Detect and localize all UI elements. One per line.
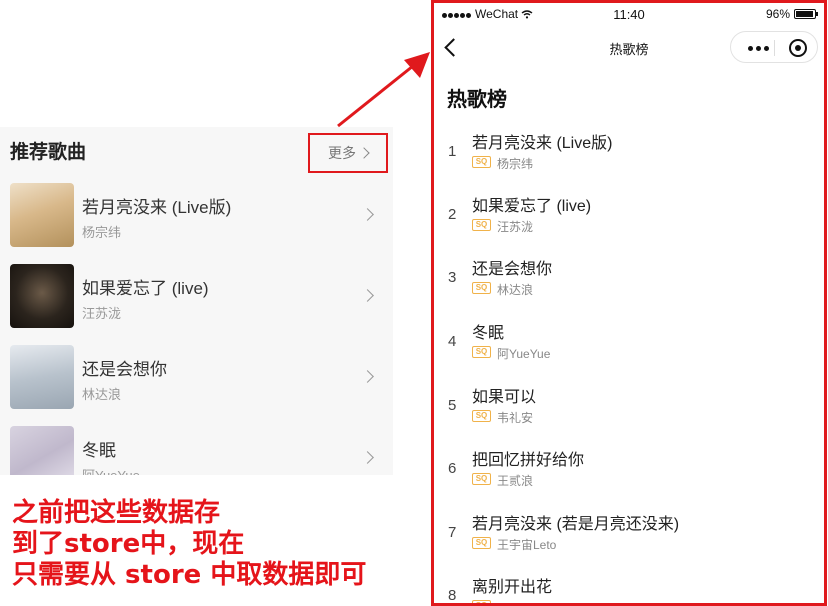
- sq-badge: SQ: [472, 346, 491, 358]
- rank-artist: 汪苏泷: [497, 220, 534, 234]
- battery-icon: [794, 9, 818, 19]
- chevron-right-icon: [361, 451, 374, 464]
- chevron-right-icon: [361, 208, 374, 221]
- album-cover: [10, 264, 74, 328]
- chevron-right-icon: [361, 370, 374, 383]
- annotation-line: 到了store中，现在: [12, 529, 245, 559]
- rank-song-name: 还是会想你: [472, 261, 553, 278]
- song-artist: 杨宗纬: [82, 225, 122, 240]
- rank-number: 7: [448, 524, 457, 541]
- rank-number: 4: [448, 333, 457, 350]
- rank-number: 1: [448, 143, 457, 160]
- sq-badge: SQ: [472, 410, 491, 422]
- recommend-songs-panel: 推荐歌曲 更多 若月亮没来 (Live版) 杨宗纬 如果爱忘了 (live) 汪…: [0, 127, 393, 475]
- battery-percent: 96%: [765, 7, 790, 21]
- status-bar: WeChat 11:40 96%: [434, 3, 824, 25]
- rank-artist: 王宇宙Leto: [497, 538, 557, 552]
- song-item[interactable]: 冬眠 阿YueYue: [10, 426, 388, 475]
- song-item[interactable]: 如果爱忘了 (live) 汪苏泷: [10, 264, 388, 328]
- recommend-title: 推荐歌曲: [10, 142, 87, 163]
- more-label: 更多: [328, 145, 356, 161]
- phone-screen: WeChat 11:40 96% 热歌榜 热歌榜 1 若月亮没来 (Live版)…: [431, 0, 827, 606]
- sq-badge: SQ: [472, 219, 491, 231]
- song-item[interactable]: 若月亮没来 (Live版) 杨宗纬: [10, 183, 388, 247]
- chevron-right-icon: [358, 147, 370, 159]
- rank-item[interactable]: 2 如果爱忘了 (live) SQ 汪苏泷: [434, 186, 824, 249]
- song-artist: 阿YueYue: [82, 465, 140, 475]
- rank-number: 2: [448, 206, 457, 223]
- more-dots-icon[interactable]: [741, 41, 775, 55]
- song-artist: 汪苏泷: [82, 306, 122, 321]
- sq-badge: SQ: [472, 600, 491, 603]
- rank-artist: 杨宗纬: [497, 157, 534, 171]
- rank-song-name: 如果爱忘了 (live): [472, 198, 592, 215]
- rank-song-name: 若月亮没来 (若是月亮还没来): [472, 516, 680, 533]
- rank-artist: 阿YueYue: [497, 347, 551, 361]
- rank-item[interactable]: 3 还是会想你 SQ 林达浪: [434, 249, 824, 312]
- rank-song-name: 离别开出花: [472, 579, 553, 596]
- song-name: 冬眠: [82, 441, 116, 460]
- rank-artist: 王贰浪: [497, 474, 534, 488]
- close-target-icon[interactable]: [789, 39, 807, 57]
- page-title: 热歌榜: [447, 89, 507, 111]
- rank-number: 8: [448, 587, 457, 604]
- rank-song-name: 冬眠: [472, 325, 505, 342]
- capsule-divider: [774, 40, 775, 56]
- nav-bar: 热歌榜: [434, 25, 824, 69]
- rank-number: 5: [448, 397, 457, 414]
- album-cover: [10, 426, 74, 475]
- battery-status: 96%: [765, 7, 818, 21]
- rank-item[interactable]: 5 如果可以 SQ 韦礼安: [434, 377, 824, 440]
- song-artist: 林达浪: [82, 387, 122, 402]
- rank-number: 3: [448, 269, 457, 286]
- annotation-arrow-icon: [337, 52, 430, 128]
- album-cover: [10, 345, 74, 409]
- sq-badge: SQ: [472, 156, 491, 168]
- mini-program-capsule: [730, 31, 818, 63]
- rank-artist: 韦礼安: [497, 411, 534, 425]
- rank-song-name: 如果可以: [472, 389, 537, 406]
- song-name: 若月亮没来 (Live版): [82, 198, 232, 217]
- rank-item[interactable]: 4 冬眠 SQ 阿YueYue: [434, 313, 824, 376]
- song-item[interactable]: 还是会想你 林达浪: [10, 345, 388, 409]
- chevron-right-icon: [361, 289, 374, 302]
- rank-item[interactable]: 1 若月亮没来 (Live版) SQ 杨宗纬: [434, 123, 824, 186]
- rank-number: 6: [448, 460, 457, 477]
- rank-artist: 林达浪: [497, 283, 534, 297]
- rank-item[interactable]: 6 把回忆拼好给你 SQ 王贰浪: [434, 440, 824, 503]
- sq-badge: SQ: [472, 282, 491, 294]
- annotation-note: 之前把这些数据存 到了store中，现在 只需要从 store 中取数据即可: [12, 498, 432, 591]
- annotation-line: 只需要从 store 中取数据即可: [12, 560, 367, 590]
- song-name: 还是会想你: [82, 360, 167, 379]
- album-cover: [10, 183, 74, 247]
- rank-song-name: 若月亮没来 (Live版): [472, 135, 613, 152]
- annotation-line: 之前把这些数据存: [12, 498, 221, 528]
- sq-badge: SQ: [472, 537, 491, 549]
- sq-badge: SQ: [472, 473, 491, 485]
- rank-item[interactable]: 7 若月亮没来 (若是月亮还没来) SQ 王宇宙Leto: [434, 504, 824, 567]
- rank-item[interactable]: 8 离别开出花 SQ: [434, 567, 824, 604]
- song-name: 如果爱忘了 (live): [82, 279, 209, 298]
- rank-song-name: 把回忆拼好给你: [472, 452, 585, 469]
